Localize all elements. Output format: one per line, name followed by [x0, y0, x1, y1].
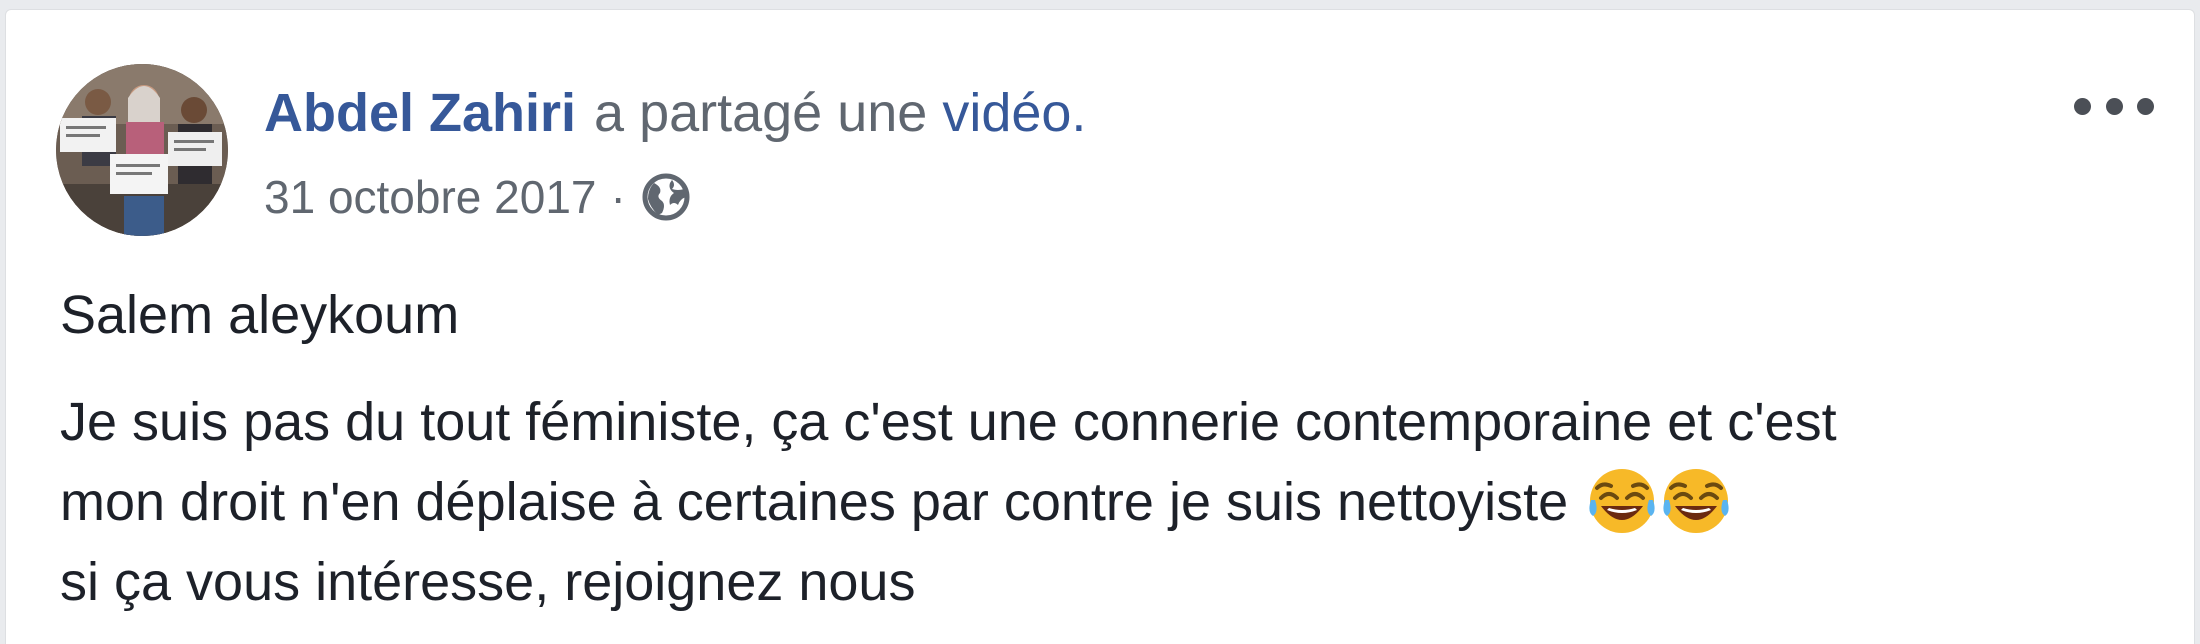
post-paragraph: Je suis pas du tout féministe, ça c'est … — [60, 382, 2160, 622]
avatar-photo — [56, 64, 228, 236]
message-line: mon droit n'en déplaise à certaines par … — [60, 472, 1569, 532]
post-action-text: a partagé une vidéo. — [594, 82, 1086, 144]
globe-icon[interactable] — [640, 171, 692, 223]
post-meta: 31 octobre 2017 · — [264, 162, 692, 232]
face-with-tears-of-joy-emoji — [1587, 466, 1657, 536]
action-text: a partagé une — [594, 83, 928, 143]
meta-separator: · — [610, 171, 626, 223]
post-message: Salem aleykoum Je suis pas du tout fémin… — [60, 275, 2160, 622]
post-date-link[interactable]: 31 octobre 2017 — [264, 170, 597, 224]
post-card: Abdel Zahiri a partagé une vidéo. 31 oct… — [5, 9, 2195, 644]
post-header: Abdel Zahiri a partagé une vidéo. — [264, 78, 1086, 148]
more-dot — [2074, 97, 2091, 115]
message-line: si ça vous intéresse, rejoignez nous — [60, 552, 916, 612]
message-line-with-emoji: mon droit n'en déplaise à certaines par … — [60, 462, 2160, 542]
message-line: Je suis pas du tout féministe, ça c'est … — [60, 392, 1837, 452]
feed-page: Abdel Zahiri a partagé une vidéo. 31 oct… — [0, 0, 2200, 644]
more-options-icon[interactable] — [2074, 88, 2154, 124]
more-dot — [2105, 97, 2123, 115]
avatar[interactable] — [56, 64, 228, 236]
more-dot — [2137, 97, 2154, 115]
face-with-tears-of-joy-emoji — [1661, 466, 1731, 536]
video-link[interactable]: vidéo. — [942, 83, 1086, 143]
author-name-link[interactable]: Abdel Zahiri — [264, 82, 576, 144]
post-greeting: Salem aleykoum — [60, 285, 460, 345]
